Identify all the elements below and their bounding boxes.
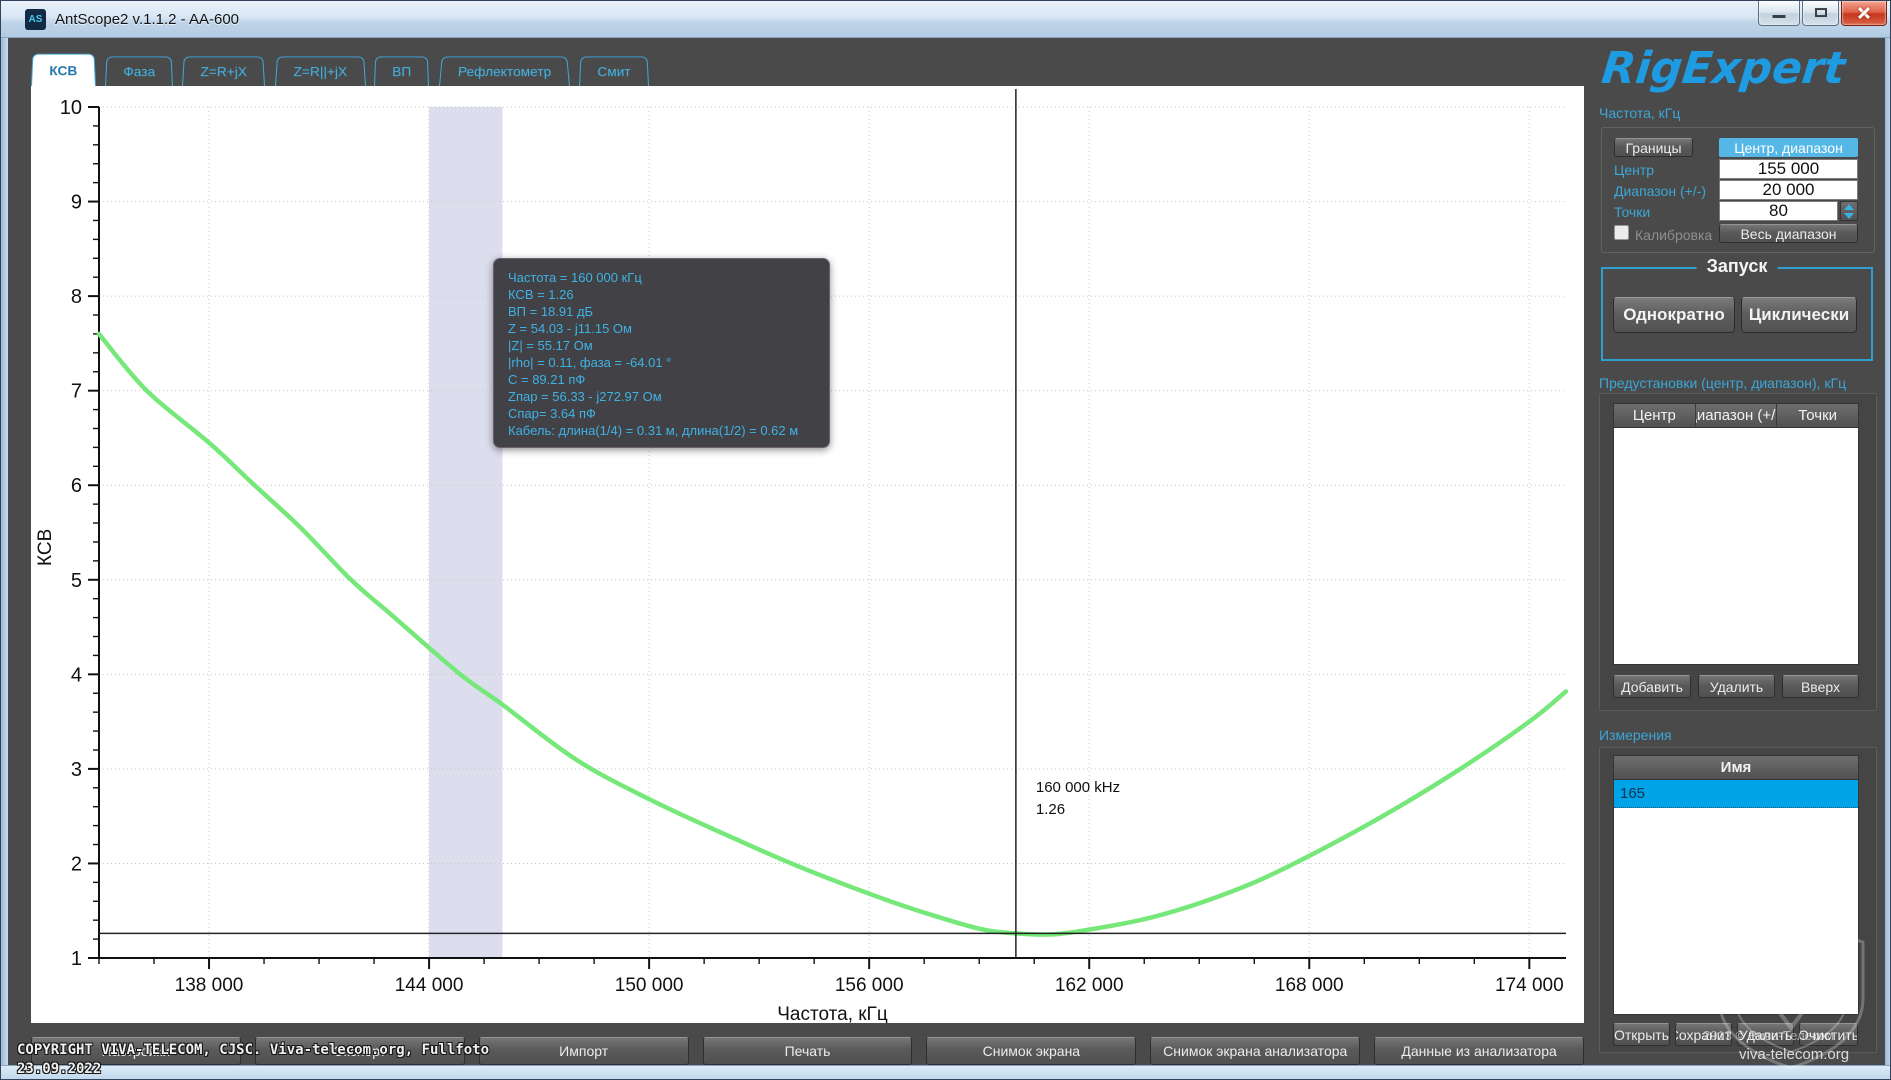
span-label: Диапазон (+/-) xyxy=(1614,183,1706,199)
app-icon: AS xyxy=(25,9,46,30)
measurement-tooltip: Частота = 160 000 кГц КСВ = 1.26 ВП = 18… xyxy=(493,258,830,448)
tooltip-line: |Z| = 55.17 Ом xyxy=(508,337,815,354)
svg-text:156 000: 156 000 xyxy=(835,975,904,996)
svg-text:150 000: 150 000 xyxy=(615,975,684,996)
run-single-button[interactable]: Однократно xyxy=(1613,297,1735,333)
svg-text:Частота, кГц: Частота, кГц xyxy=(777,1004,888,1023)
svg-text:RigExpert: RigExpert xyxy=(1599,43,1849,94)
tooltip-line: КСВ = 1.26 xyxy=(508,286,815,303)
svg-text:7: 7 xyxy=(71,381,82,403)
tab-swr[interactable]: КСВ xyxy=(31,54,96,86)
points-label: Точки xyxy=(1614,204,1650,220)
measurement-save-button[interactable]: Сохранить xyxy=(1675,1023,1732,1046)
measurement-row-selected[interactable]: 165 xyxy=(1614,780,1858,808)
svg-text:6: 6 xyxy=(71,475,82,497)
tooltip-line: Zпар = 56.33 - j272.97 Ом xyxy=(508,388,815,405)
window-frame-right xyxy=(1885,38,1891,1080)
measurements-list[interactable] xyxy=(1613,780,1859,1015)
svg-text:1.26: 1.26 xyxy=(1036,801,1065,818)
tooltip-line: |rho| = 0.11, фаза = -64.01 ° xyxy=(508,354,815,371)
window-title: AntScope2 v.1.1.2 - AA-600 xyxy=(55,1,239,38)
preset-add-button[interactable]: Добавить xyxy=(1613,675,1691,698)
screenshot-button[interactable]: Снимок экрана xyxy=(926,1037,1136,1065)
tooltip-line: Кабель: длина(1/4) = 0.31 м, длина(1/2) … xyxy=(508,422,815,439)
rigexpert-logo: RigExpert xyxy=(1595,39,1885,95)
preset-up-button[interactable]: Вверх xyxy=(1782,675,1859,698)
svg-text:5: 5 xyxy=(71,570,82,592)
measurements-col-name: Имя xyxy=(1614,756,1858,779)
points-stepper[interactable] xyxy=(1840,201,1858,221)
tooltip-line: ВП = 18.91 дБ xyxy=(508,303,815,320)
maximize-icon xyxy=(1815,8,1827,17)
calibration-label: Калибровка xyxy=(1635,227,1712,243)
svg-text:3: 3 xyxy=(71,759,82,781)
tab-phase[interactable]: Фаза xyxy=(105,56,173,86)
tab-z-series[interactable]: Z=R+jX xyxy=(182,56,265,86)
svg-text:138 000: 138 000 xyxy=(175,975,244,996)
run-cyclic-button[interactable]: Циклически xyxy=(1741,297,1857,333)
center-span-mode-button[interactable]: Центр, диапазон xyxy=(1719,138,1858,157)
svg-text:2: 2 xyxy=(71,853,82,875)
svg-text:4: 4 xyxy=(71,664,82,686)
analyzer-data-button[interactable]: Данные из анализатора xyxy=(1374,1037,1584,1065)
svg-text:8: 8 xyxy=(71,286,82,308)
calibration-checkbox[interactable] xyxy=(1614,225,1629,240)
presets-col-span: Диапазон (+/-) xyxy=(1696,404,1778,427)
presets-section-label: Предустановки (центр, диапазон), кГц xyxy=(1599,375,1846,391)
tooltip-line: Частота = 160 000 кГц xyxy=(508,269,815,286)
span-input[interactable]: 20 000 xyxy=(1719,180,1858,200)
points-input[interactable]: 80 xyxy=(1719,201,1838,221)
close-button[interactable] xyxy=(1841,1,1887,26)
chart-plot[interactable]: 138 000 144 000 150 000 156 000 162 000 168 0… xyxy=(31,86,1584,1023)
chart-panel: 138 000 144 000 150 000 156 000 162 000 168 0… xyxy=(31,86,1584,1023)
analyzer-screenshot-button[interactable]: Снимок экрана анализатора xyxy=(1150,1037,1360,1065)
presets-col-center: Центр xyxy=(1614,404,1696,427)
measurements-section-label: Измерения xyxy=(1599,727,1672,743)
svg-text:1: 1 xyxy=(71,948,82,970)
presets-table-header: Центр Диапазон (+/-) Точки xyxy=(1613,403,1859,428)
maximize-button[interactable] xyxy=(1802,1,1839,26)
tab-reflectometer[interactable]: Рефлектометр xyxy=(439,56,570,86)
spinner-down-icon xyxy=(1844,213,1854,219)
svg-text:162 000: 162 000 xyxy=(1055,975,1124,996)
svg-text:10: 10 xyxy=(60,97,82,119)
tooltip-line: Z = 54.03 - j11.15 Ом xyxy=(508,320,815,337)
preset-remove-button[interactable]: Удалить xyxy=(1698,675,1775,698)
titlebar: AS AntScope2 v.1.1.2 - AA-600 xyxy=(1,1,1891,38)
svg-text:168 000: 168 000 xyxy=(1275,975,1344,996)
svg-text:160 000 kHz: 160 000 kHz xyxy=(1036,779,1120,796)
window-frame-left xyxy=(1,38,8,1080)
full-range-button[interactable]: Весь диапазон xyxy=(1719,224,1858,243)
measurement-remove-button[interactable]: Удалить xyxy=(1737,1023,1794,1046)
svg-text:КСВ: КСВ xyxy=(35,529,56,566)
copyright-watermark: COPYRIGHT VIVA-TELECOM, CJSC. Viva-telec… xyxy=(17,1041,489,1079)
center-input[interactable]: 155 000 xyxy=(1719,159,1858,179)
spinner-up-icon xyxy=(1844,204,1854,210)
tab-bar: КСВ Фаза Z=R+jX Z=R||+jX ВП Рефлектометр… xyxy=(31,45,649,86)
svg-text:9: 9 xyxy=(71,192,82,214)
svg-text:144 000: 144 000 xyxy=(395,975,464,996)
presets-list[interactable] xyxy=(1613,428,1859,665)
bounds-mode-button[interactable]: Границы xyxy=(1614,138,1693,157)
tab-smith[interactable]: Смит xyxy=(579,56,649,86)
measurement-clear-button[interactable]: Очистить xyxy=(1799,1023,1858,1046)
measurements-table-header: Имя xyxy=(1613,755,1859,780)
print-button[interactable]: Печать xyxy=(703,1037,913,1065)
run-title: Запуск xyxy=(1697,256,1778,277)
presets-col-points: Точки xyxy=(1777,404,1858,427)
tab-z-parallel[interactable]: Z=R||+jX xyxy=(275,56,366,86)
minimize-icon xyxy=(1773,15,1786,18)
frequency-section-label: Частота, кГц xyxy=(1599,105,1680,121)
tab-return-loss[interactable]: ВП xyxy=(374,56,429,86)
tooltip-line: C = 89.21 пФ xyxy=(508,371,815,388)
center-label: Центр xyxy=(1614,162,1654,178)
app-window: AS AntScope2 v.1.1.2 - AA-600 КСВ Фаза Z… xyxy=(0,0,1891,1080)
measurement-open-button[interactable]: Открыть xyxy=(1613,1023,1670,1046)
svg-text:174 000: 174 000 xyxy=(1495,975,1564,996)
minimize-button[interactable] xyxy=(1758,1,1800,26)
import-button[interactable]: Импорт xyxy=(479,1037,689,1065)
tooltip-line: Спар= 3.64 пФ xyxy=(508,405,815,422)
